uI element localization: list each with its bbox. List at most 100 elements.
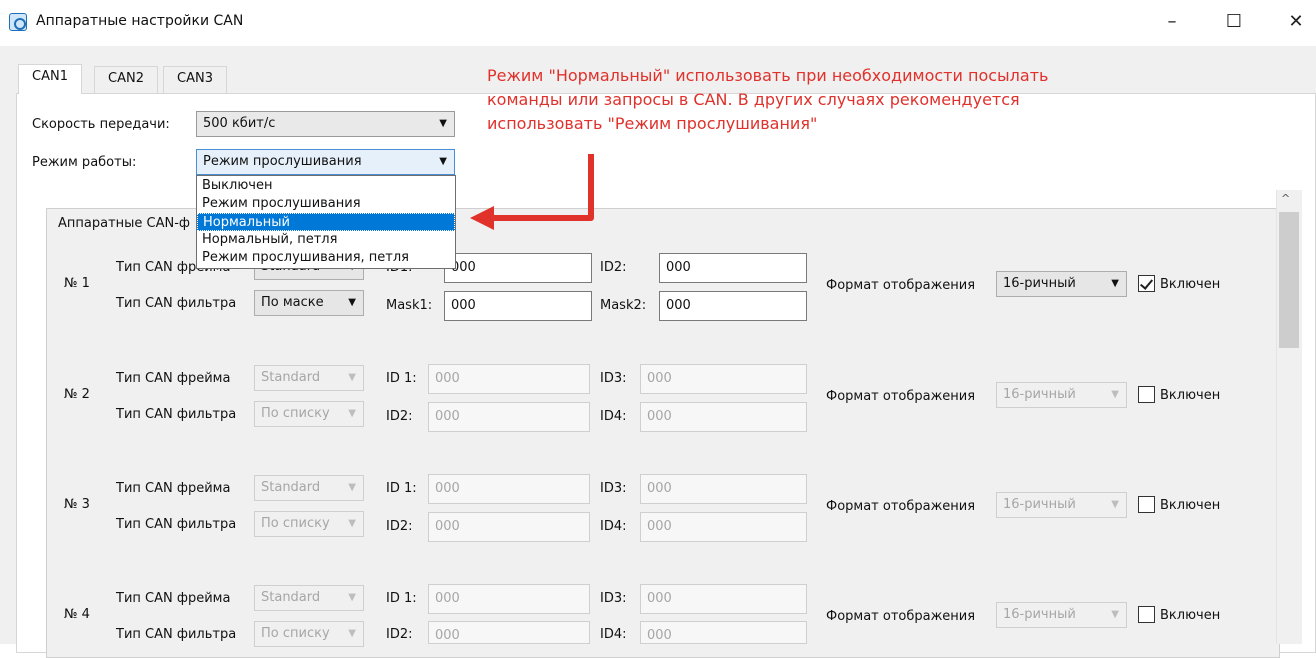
annotation-line: команды или запросы в CAN. В других случ… [487, 90, 1020, 109]
chevron-down-icon: ▼ [348, 482, 356, 493]
annotation-arrow-icon [470, 154, 594, 230]
chevron-down-icon: ▼ [348, 518, 356, 529]
display-format-select[interactable]: 16-ричный ▼ [996, 602, 1127, 628]
chevron-down-icon: ▼ [439, 118, 447, 129]
display-format-value: 16-ричный [1003, 607, 1076, 622]
mask2-field[interactable]: 000 [659, 291, 807, 321]
chevron-down-icon: ▼ [1111, 499, 1119, 510]
filter-type-select[interactable]: По списку ▼ [254, 621, 364, 647]
chevron-down-icon: ▼ [348, 628, 356, 639]
app-icon [9, 13, 27, 31]
close-button[interactable]: ✕ [1276, 8, 1316, 36]
id2-field[interactable]: 000 [659, 253, 807, 283]
chevron-down-icon: ▼ [1111, 389, 1119, 400]
id2-field[interactable]: 000 [428, 512, 590, 542]
id4-field[interactable]: 000 [640, 512, 807, 542]
filter-type-select[interactable]: По маске ▼ [254, 290, 364, 316]
filter-number: № 1 [64, 276, 90, 291]
id2-label: ID2: [386, 519, 413, 534]
enabled-label: Включен [1160, 498, 1221, 513]
id4-label: ID4: [600, 519, 627, 534]
id2-label: ID2: [600, 260, 627, 275]
mode-dropdown-list: Выключен Режим прослушивания Нормальный … [196, 175, 456, 269]
enabled-label: Включен [1160, 608, 1221, 623]
maximize-button[interactable]: ☐ [1214, 8, 1254, 36]
enabled-checkbox[interactable] [1138, 275, 1155, 292]
filter-number: № 4 [64, 607, 90, 622]
id3-field[interactable]: 000 [640, 364, 807, 394]
id4-field[interactable]: 000 [640, 621, 807, 644]
window-title: Аппаратные настройки CAN [36, 13, 244, 29]
chevron-down-icon: ▼ [1111, 278, 1119, 289]
chevron-down-icon: ▼ [1111, 609, 1119, 620]
id2-field[interactable]: 000 [428, 402, 590, 432]
dropdown-option-normal-loop[interactable]: Нормальный, петля [197, 231, 455, 249]
filter-type-select[interactable]: По списку ▼ [254, 401, 364, 427]
mode-select-value: Режим прослушивания [203, 154, 362, 169]
display-format-select[interactable]: 16-ричный ▼ [996, 271, 1127, 297]
title-bar: Аппаратные настройки CAN – ☐ ✕ [0, 0, 1316, 46]
filter-type-select[interactable]: По списку ▼ [254, 511, 364, 537]
frame-type-select[interactable]: Standard ▼ [254, 365, 364, 391]
group-title: Аппаратные CAN-ф [58, 216, 193, 231]
dropdown-option-normal[interactable]: Нормальный [197, 213, 455, 231]
frame-type-select[interactable]: Standard ▼ [254, 475, 364, 501]
id3-label: ID3: [600, 591, 627, 606]
chevron-down-icon: ▼ [348, 408, 356, 419]
dropdown-option-listen[interactable]: Режим прослушивания [197, 195, 455, 213]
display-format-label: Формат отображения [826, 609, 976, 624]
frame-type-value: Standard [261, 370, 321, 385]
id4-field[interactable]: 000 [640, 402, 807, 432]
scroll-up-icon[interactable]: ^ [1281, 192, 1290, 205]
display-format-select[interactable]: 16-ричный ▼ [996, 492, 1127, 518]
id1-field[interactable]: 000 [428, 584, 590, 614]
chevron-down-icon: ▼ [348, 297, 356, 308]
mode-select[interactable]: Режим прослушивания ▼ [196, 149, 455, 175]
tab-can2[interactable]: CAN2 [94, 66, 158, 93]
id1-field[interactable]: 000 [428, 474, 590, 504]
enabled-label: Включен [1160, 388, 1221, 403]
display-format-label: Формат отображения [826, 389, 976, 404]
id3-label: ID3: [600, 481, 627, 496]
id4-label: ID4: [600, 409, 627, 424]
filter-number: № 3 [64, 497, 90, 512]
tab-can3[interactable]: CAN3 [163, 66, 227, 93]
dropdown-option-off[interactable]: Выключен [197, 177, 455, 195]
filter-type-value: По списку [261, 516, 330, 531]
chevron-down-icon: ▼ [348, 592, 356, 603]
filter-type-label: Тип CAN фильтра [116, 627, 237, 642]
tab-can1[interactable]: CAN1 [18, 64, 82, 94]
chevron-down-icon: ▼ [348, 372, 356, 383]
display-format-value: 16-ричный [1003, 276, 1076, 291]
filter-type-value: По списку [261, 626, 330, 641]
display-format-label: Формат отображения [826, 278, 976, 293]
speed-select[interactable]: 500 кбит/с ▼ [196, 111, 455, 137]
annotation-text: Режим "Нормальный" использовать при необ… [487, 64, 1048, 136]
id4-label: ID4: [600, 627, 627, 642]
display-format-value: 16-ричный [1003, 387, 1076, 402]
mask1-field[interactable]: 000 [444, 291, 592, 321]
enabled-checkbox[interactable] [1138, 386, 1155, 403]
id3-field[interactable]: 000 [640, 584, 807, 614]
mask1-label: Mask1: [386, 298, 433, 313]
display-format-select[interactable]: 16-ричный ▼ [996, 382, 1127, 408]
filter-type-value: По списку [261, 406, 330, 421]
scrollbar-thumb[interactable] [1279, 212, 1299, 348]
id1-label: ID 1: [386, 591, 417, 606]
filter-number: № 2 [64, 387, 90, 402]
id2-field[interactable]: 000 [428, 621, 590, 644]
frame-type-label: Тип CAN фрейма [116, 371, 231, 386]
annotation-line: использовать "Режим прослушивания" [487, 114, 818, 133]
dropdown-option-listen-loop[interactable]: Режим прослушивания, петля [197, 249, 455, 267]
speed-label: Скорость передачи: [32, 117, 170, 132]
id2-label: ID2: [386, 627, 413, 642]
enabled-checkbox[interactable] [1138, 606, 1155, 623]
id1-field[interactable]: 000 [428, 364, 590, 394]
mask2-label: Mask2: [600, 298, 647, 313]
frame-type-select[interactable]: Standard ▼ [254, 585, 364, 611]
enabled-checkbox[interactable] [1138, 496, 1155, 513]
id1-field[interactable]: 000 [444, 253, 592, 283]
minimize-button[interactable]: – [1152, 8, 1192, 36]
id3-field[interactable]: 000 [640, 474, 807, 504]
display-format-value: 16-ричный [1003, 497, 1076, 512]
